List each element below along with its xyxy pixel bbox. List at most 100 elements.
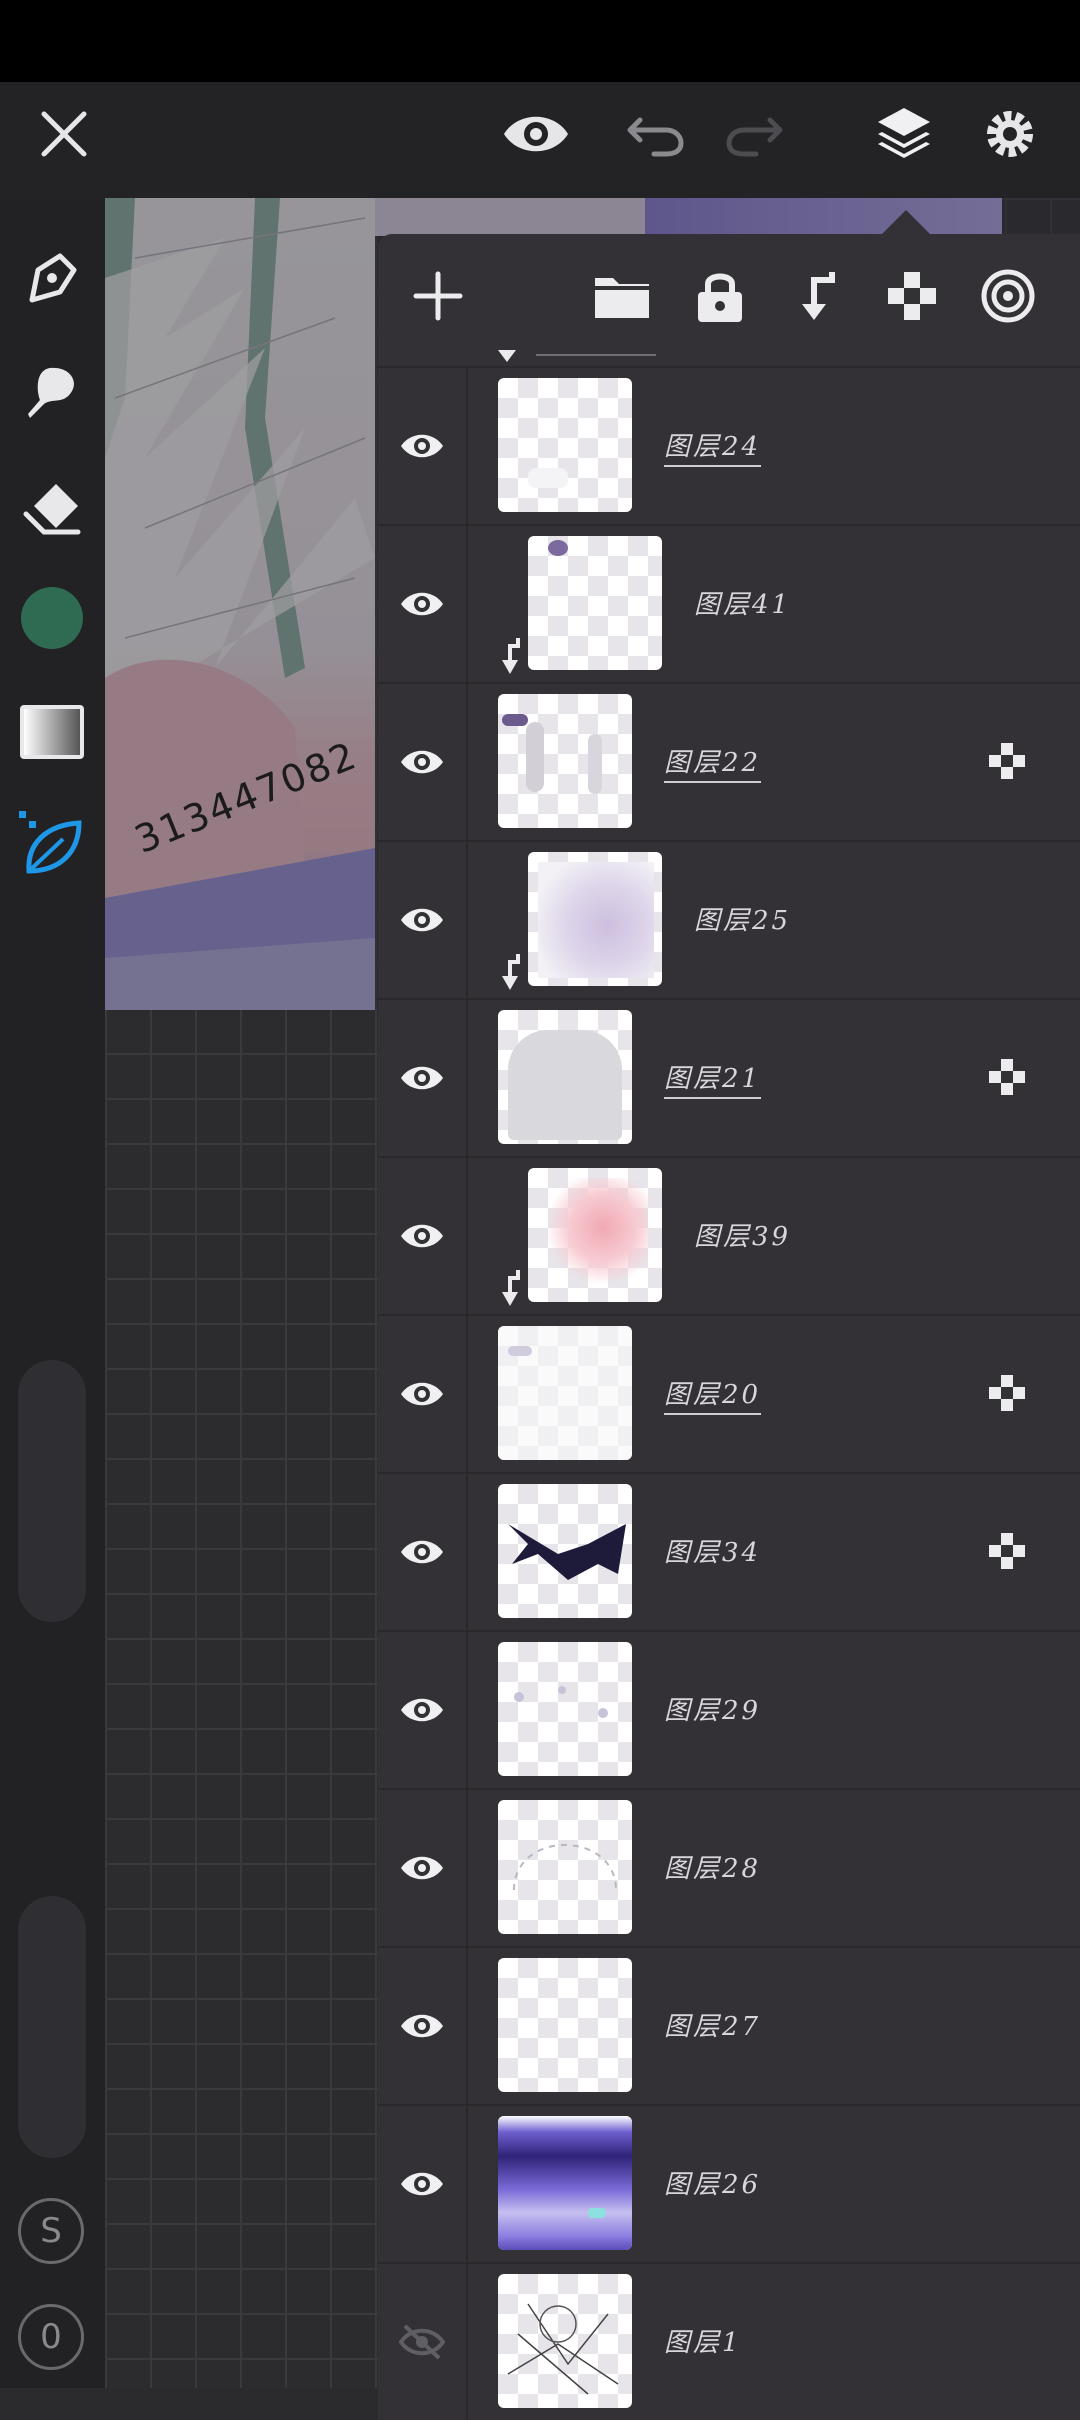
preview-button[interactable]	[498, 96, 574, 172]
layer-thumbnail[interactable]	[528, 536, 662, 670]
layer-thumbnail[interactable]	[498, 1484, 632, 1618]
color-picker[interactable]	[14, 580, 90, 656]
eraser-tool[interactable]	[14, 470, 90, 546]
layer-row[interactable]: 图层1	[378, 2262, 1080, 2420]
clip-arrow-icon	[498, 1268, 524, 1312]
visibility-eye-icon[interactable]	[378, 1474, 468, 1630]
opacity-button[interactable]: 0	[18, 2304, 84, 2370]
layer-thumbnail[interactable]	[498, 378, 632, 512]
alpha-lock-icon[interactable]	[988, 742, 1026, 780]
layers-icon	[878, 108, 930, 158]
artwork-canvas[interactable]: 313447082	[105, 198, 375, 1010]
visibility-eye-icon[interactable]	[378, 684, 468, 840]
layer-thumbnail[interactable]	[498, 1642, 632, 1776]
visibility-eye-icon[interactable]	[378, 1158, 468, 1314]
close-button[interactable]	[26, 96, 102, 172]
layer-row[interactable]: 图层34	[378, 1472, 1080, 1630]
artwork-strip	[375, 198, 645, 236]
panel-caret	[880, 210, 932, 236]
visibility-eye-icon[interactable]	[378, 1316, 468, 1472]
leaf-brush-tool[interactable]	[14, 806, 90, 882]
smoothing-button[interactable]: S	[18, 2198, 84, 2264]
layer-row-partial	[378, 334, 1080, 368]
visibility-eye-icon[interactable]	[378, 842, 468, 998]
alpha-lock-icon[interactable]	[988, 1532, 1026, 1570]
layer-name[interactable]: 图层28	[664, 1848, 761, 1885]
brush-opacity-slider[interactable]	[18, 1896, 86, 2158]
layer-thumbnail[interactable]	[498, 694, 632, 828]
layer-name[interactable]: 图层20	[664, 1374, 762, 1415]
alpha-lock-icon[interactable]	[988, 1058, 1026, 1096]
visibility-eye-icon[interactable]	[378, 1000, 468, 1156]
layer-row[interactable]: 图层28	[378, 1788, 1080, 1946]
layer-name[interactable]: 图层1	[664, 2322, 742, 2359]
alpha-lock-icon[interactable]	[988, 1374, 1026, 1412]
layer-name[interactable]: 图层21	[664, 1058, 762, 1099]
layer-row[interactable]: 图层21	[378, 998, 1080, 1156]
layer-name[interactable]: 图层39	[694, 1216, 791, 1253]
redo-icon	[726, 117, 783, 157]
brush-size-slider[interactable]	[18, 1360, 86, 1622]
brush-icon	[28, 367, 74, 418]
layer-row[interactable]: 图层22	[378, 682, 1080, 840]
layer-thumbnail[interactable]	[498, 1326, 632, 1460]
add-layer-button[interactable]	[398, 256, 478, 336]
visibility-eye-icon[interactable]	[378, 526, 468, 682]
layer-thumbnail[interactable]	[498, 1010, 632, 1144]
status-bar	[0, 0, 1080, 82]
clip-arrow-icon	[498, 636, 524, 680]
visibility-eye-icon[interactable]	[378, 1948, 468, 2104]
layer-row[interactable]: 图层25	[378, 840, 1080, 998]
redo-button[interactable]	[716, 96, 792, 172]
pen-tool[interactable]	[14, 240, 90, 316]
layer-thumbnail[interactable]	[498, 1800, 632, 1934]
undo-button[interactable]	[618, 96, 694, 172]
layer-name[interactable]: 图层25	[694, 900, 791, 937]
lock-icon	[698, 273, 742, 322]
folder-button[interactable]	[582, 256, 662, 336]
layer-row[interactable]: 图层24	[378, 366, 1080, 524]
layer-thumbnail[interactable]	[498, 2116, 632, 2250]
layer-name[interactable]: 图层27	[664, 2006, 761, 2043]
eraser-icon	[23, 484, 81, 535]
layer-thumbnail[interactable]	[528, 1168, 662, 1302]
add-layer-icon	[413, 271, 463, 321]
lock-button[interactable]	[680, 256, 760, 336]
transparency-icon	[888, 272, 936, 320]
visibility-eye-icon[interactable]	[378, 1632, 468, 1788]
layer-row[interactable]: 图层20	[378, 1314, 1080, 1472]
layer-name[interactable]: 图层22	[664, 742, 762, 783]
clip-button[interactable]	[776, 256, 856, 336]
eye-icon	[504, 116, 568, 152]
layer-row[interactable]: 图层41	[378, 524, 1080, 682]
visibility-eye-icon[interactable]	[378, 368, 468, 524]
layer-name[interactable]: 图层34	[664, 1532, 761, 1569]
clip-icon	[802, 272, 835, 320]
layer-thumbnail[interactable]	[528, 852, 662, 986]
layers-button[interactable]	[866, 96, 942, 172]
color-swatch	[21, 587, 83, 649]
visibility-eye-icon[interactable]	[378, 1790, 468, 1946]
brush-tool[interactable]	[14, 354, 90, 430]
layer-thumbnail[interactable]	[498, 1958, 632, 2092]
artwork-illustration	[105, 198, 375, 1010]
close-icon	[41, 111, 87, 157]
transparency-button[interactable]	[872, 256, 952, 336]
layer-row[interactable]: 图层39	[378, 1156, 1080, 1314]
layer-name[interactable]: 图层29	[664, 1690, 761, 1727]
gradient-tool[interactable]	[14, 694, 90, 770]
gradient-icon	[20, 705, 84, 759]
layer-row[interactable]: 图层26	[378, 2104, 1080, 2262]
undo-icon	[627, 117, 684, 157]
layer-row[interactable]: 图层29	[378, 1630, 1080, 1788]
visibility-hidden-icon[interactable]	[378, 2264, 468, 2420]
layer-name[interactable]: 图层41	[694, 584, 791, 621]
blend-mode-icon	[981, 269, 1035, 323]
layer-row[interactable]: 图层27	[378, 1946, 1080, 2104]
blend-mode-button[interactable]	[968, 256, 1048, 336]
layer-name[interactable]: 图层24	[664, 426, 762, 467]
visibility-eye-icon[interactable]	[378, 2106, 468, 2262]
clip-arrow-icon	[498, 952, 524, 996]
layer-name[interactable]: 图层26	[664, 2164, 761, 2201]
settings-button[interactable]	[972, 96, 1048, 172]
